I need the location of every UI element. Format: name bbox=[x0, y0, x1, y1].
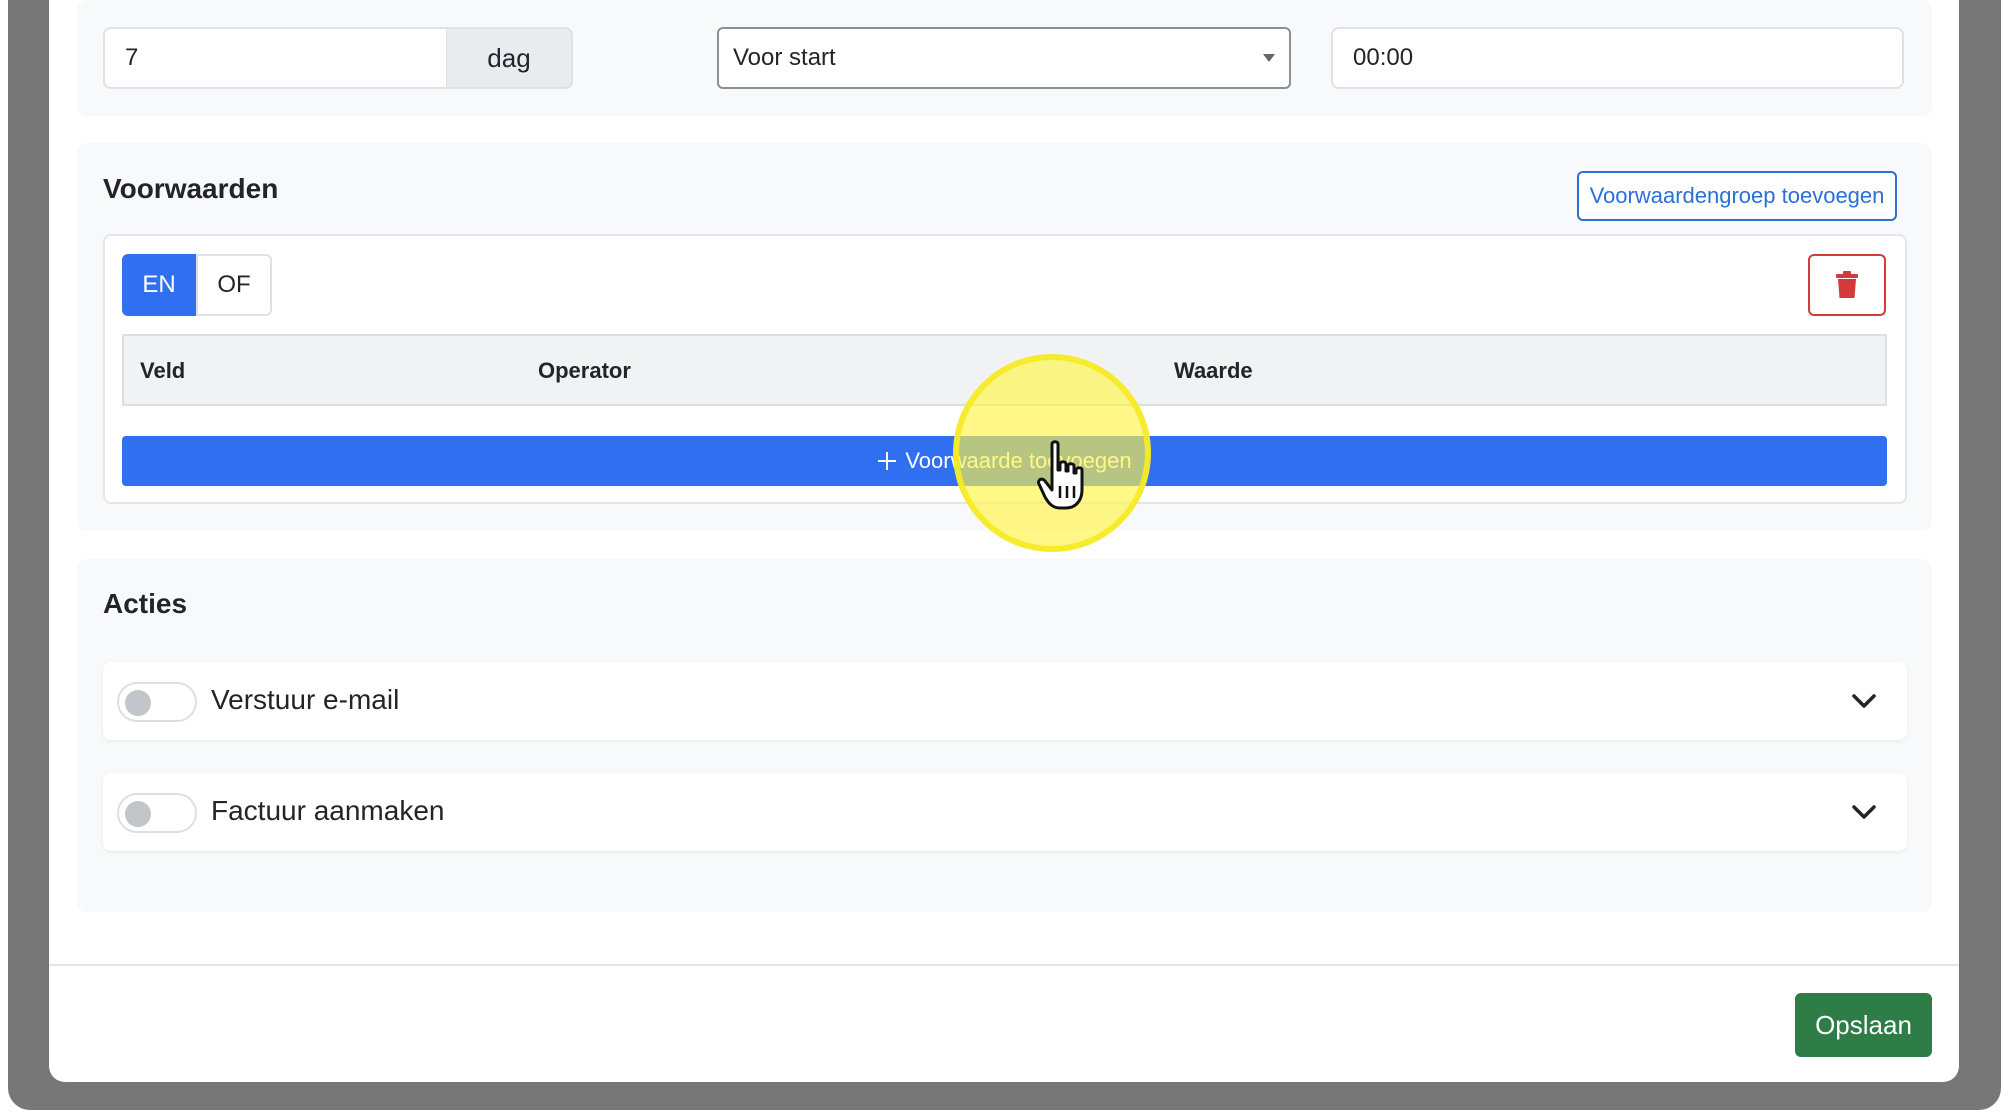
toggle-knob bbox=[125, 801, 151, 827]
column-header-value: Waarde bbox=[1174, 358, 1253, 383]
trash-icon bbox=[1836, 271, 1858, 298]
create-invoice-toggle[interactable] bbox=[117, 793, 197, 833]
action-label-send-email: Verstuur e-mail bbox=[211, 684, 400, 715]
column-header-operator: Operator bbox=[538, 358, 631, 383]
action-label-create-invoice: Factuur aanmaken bbox=[211, 795, 445, 826]
plus-icon bbox=[878, 452, 897, 470]
delete-group-button[interactable] bbox=[1808, 254, 1886, 316]
save-button[interactable]: Opslaan bbox=[1795, 993, 1932, 1057]
dropdown-caret-icon bbox=[1263, 54, 1275, 62]
unit-addon: dag bbox=[447, 27, 573, 89]
logic-and-button[interactable]: EN bbox=[122, 254, 196, 316]
toggle-knob bbox=[125, 690, 151, 716]
footer-divider bbox=[49, 964, 1959, 966]
action-row-send-email[interactable]: Verstuur e-mail bbox=[103, 662, 1907, 740]
action-row-create-invoice[interactable]: Factuur aanmaken bbox=[103, 773, 1907, 851]
chevron-down-icon[interactable] bbox=[1851, 688, 1877, 714]
relative-select-value: Voor start bbox=[733, 44, 836, 71]
send-email-toggle[interactable] bbox=[117, 682, 197, 722]
chevron-down-icon[interactable] bbox=[1851, 799, 1877, 825]
hand-pointer-icon bbox=[1037, 440, 1084, 510]
amount-input[interactable]: 7 bbox=[103, 27, 448, 89]
add-condition-group-button[interactable]: Voorwaardengroep toevoegen bbox=[1577, 171, 1897, 221]
column-header-field: Veld bbox=[140, 358, 186, 383]
logic-or-button[interactable]: OF bbox=[196, 254, 272, 316]
relative-select[interactable]: Voor start bbox=[717, 27, 1291, 89]
actions-title: Acties bbox=[103, 588, 188, 619]
time-input[interactable]: 00:00 bbox=[1331, 27, 1904, 89]
conditions-title: Voorwaarden bbox=[103, 173, 279, 204]
